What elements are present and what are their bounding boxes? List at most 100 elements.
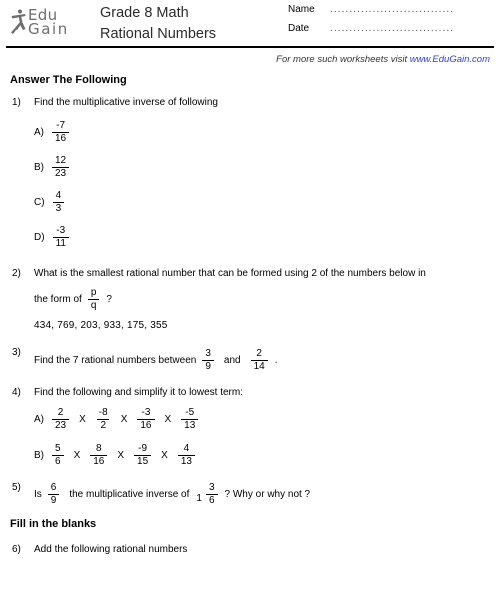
fraction-numerator: 5 (55, 442, 61, 454)
fraction-numerator: p (90, 287, 97, 298)
page-subtitle: Rational Numbers (100, 26, 217, 42)
edugain-website-link[interactable]: www.EduGain.com (410, 54, 490, 65)
fraction-denominator: 6 (52, 454, 64, 467)
name-row: Name ................................ (288, 4, 488, 23)
mixed-number: 1 3 6 (196, 483, 220, 506)
fraction-numerator: -9 (138, 442, 148, 454)
question-3-tail: . (274, 355, 278, 366)
fraction-3: -3 16 (137, 407, 155, 431)
fraction-denominator: 23 (52, 166, 70, 179)
page-title: Grade 8 Math (100, 5, 189, 21)
question-3-body: Find the 7 rational numbers between 3 9 … (34, 349, 277, 372)
question-4-option-b: B) 5 6 X 8 16 X -9 15 X 4 13 (8, 442, 492, 468)
fraction-numerator: 3 (205, 348, 211, 359)
option-label-b: B) (34, 161, 44, 173)
worksheet-page: Edu Gain Grade 8 Math Rational Numbers N… (0, 0, 500, 599)
fraction-numerator: 4 (183, 442, 190, 454)
question-3-lead: Find the 7 rational numbers between (34, 355, 197, 366)
question-1-option-c: C) 4 3 (8, 189, 492, 215)
fraction-numerator: 4 (55, 189, 62, 201)
worksheet-header: Edu Gain Grade 8 Math Rational Numbers N… (8, 0, 492, 46)
question-4-number: 4) (12, 387, 21, 398)
question-1-text: Find the multiplicative inverse of follo… (34, 97, 218, 108)
fraction-denominator: 2 (97, 418, 110, 431)
option-label-b: B) (34, 449, 44, 461)
name-input[interactable]: ................................ (330, 4, 454, 15)
fraction-1: 2 23 (52, 406, 70, 431)
question-6-number: 6) (12, 544, 21, 555)
date-row: Date ................................ (288, 23, 488, 42)
logo-text-gain: Gain (28, 20, 69, 38)
section-heading-answer-the-following: Answer The Following (10, 74, 127, 86)
question-6: 6) Add the following rational numbers (8, 542, 492, 557)
fraction-denominator: 23 (52, 418, 70, 431)
fraction-denominator: 16 (90, 454, 108, 467)
question-2-line2: the form of p q ? (34, 288, 492, 311)
fraction-numerator: 12 (55, 154, 67, 166)
fraction-2: 8 16 (90, 442, 108, 467)
edugain-logo: Edu Gain (10, 3, 84, 41)
fraction-second: 2 14 (250, 348, 268, 372)
question-2-number: 2) (12, 268, 21, 279)
fraction-3: -9 15 (134, 442, 152, 467)
question-1-number: 1) (12, 97, 21, 108)
fraction-4: 4 13 (177, 442, 195, 467)
multiply-operator: X (164, 413, 172, 425)
question-5-tail: ? Why or why not ? (224, 489, 311, 500)
question-4-option-a: A) 2 23 X -8 2 X -3 16 X -5 13 (8, 406, 492, 432)
fraction-first: 3 9 (202, 349, 214, 372)
section-heading-fill-in-the-blanks: Fill in the blanks (10, 518, 97, 530)
question-3-number: 3) (12, 347, 21, 358)
multiply-operator: X (73, 449, 81, 461)
fraction-denominator: 9 (202, 360, 214, 372)
question-4-text: Find the following and simplify it to lo… (34, 387, 243, 398)
question-2-line1: What is the smallest rational number tha… (34, 268, 426, 279)
fraction-numerator: 6 (50, 482, 57, 493)
fraction-numerator: 2 (57, 406, 64, 418)
multiply-operator: X (120, 413, 128, 425)
question-2-number-list: 434, 769, 203, 933, 175, 355 (34, 320, 168, 331)
fraction-numerator: -5 (185, 406, 195, 418)
option-label-c: C) (34, 196, 45, 208)
logo-wordmark: Edu Gain (28, 7, 69, 38)
fraction-numerator: -7 (56, 119, 66, 131)
fraction-six-ninths: 6 9 (47, 482, 60, 506)
multiply-operator: X (117, 449, 125, 461)
question-5-lead: Is (34, 489, 42, 500)
question-3: 3) Find the 7 rational numbers between 3… (8, 345, 492, 372)
question-1-option-d: D) -3 11 (8, 224, 492, 250)
fraction-a: -7 16 (52, 119, 70, 144)
name-date-block: Name ................................ Da… (288, 4, 488, 42)
multiply-operator: X (79, 413, 86, 425)
fraction-denominator: q (87, 299, 100, 311)
fraction-numerator: 2 (256, 348, 262, 359)
mixed-fraction-part: 3 6 (205, 482, 218, 506)
fraction-2: -8 2 (96, 407, 111, 431)
fraction-4: -5 13 (181, 406, 199, 431)
fraction-denominator: 9 (47, 494, 60, 506)
question-1-option-b: B) 12 23 (8, 154, 492, 180)
promo-text: For more such worksheets visit (276, 54, 410, 65)
fraction-denominator: 16 (137, 418, 155, 431)
fraction-denominator: 13 (177, 454, 195, 467)
option-label-d: D) (34, 231, 45, 243)
question-5-middle-text: the multiplicative inverse of (69, 489, 190, 500)
question-2-tail: ? (106, 294, 112, 305)
fraction-c: 4 3 (52, 189, 65, 214)
question-6-text: Add the following rational numbers (34, 544, 188, 555)
fraction-denominator: 6 (205, 494, 218, 506)
fraction-denominator: 13 (181, 418, 199, 431)
fraction-denominator: 16 (52, 131, 70, 144)
question-5-body: Is 6 9 the multiplicative inverse of 1 3… (34, 483, 310, 506)
promo-line: For more such worksheets visit www.EduGa… (8, 48, 492, 66)
fraction-denominator: 3 (52, 201, 65, 214)
name-label: Name (288, 4, 315, 15)
option-label-a: A) (34, 126, 44, 138)
fraction-numerator: 3 (208, 482, 215, 493)
fraction-numerator: 8 (96, 442, 102, 454)
worksheet-titles: Grade 8 Math Rational Numbers (100, 3, 216, 45)
date-input[interactable]: ................................ (330, 23, 454, 34)
question-2: 2) What is the smallest rational number … (8, 266, 492, 333)
fraction-denominator: 15 (134, 454, 152, 467)
fraction-p-over-q: p q (87, 287, 100, 311)
